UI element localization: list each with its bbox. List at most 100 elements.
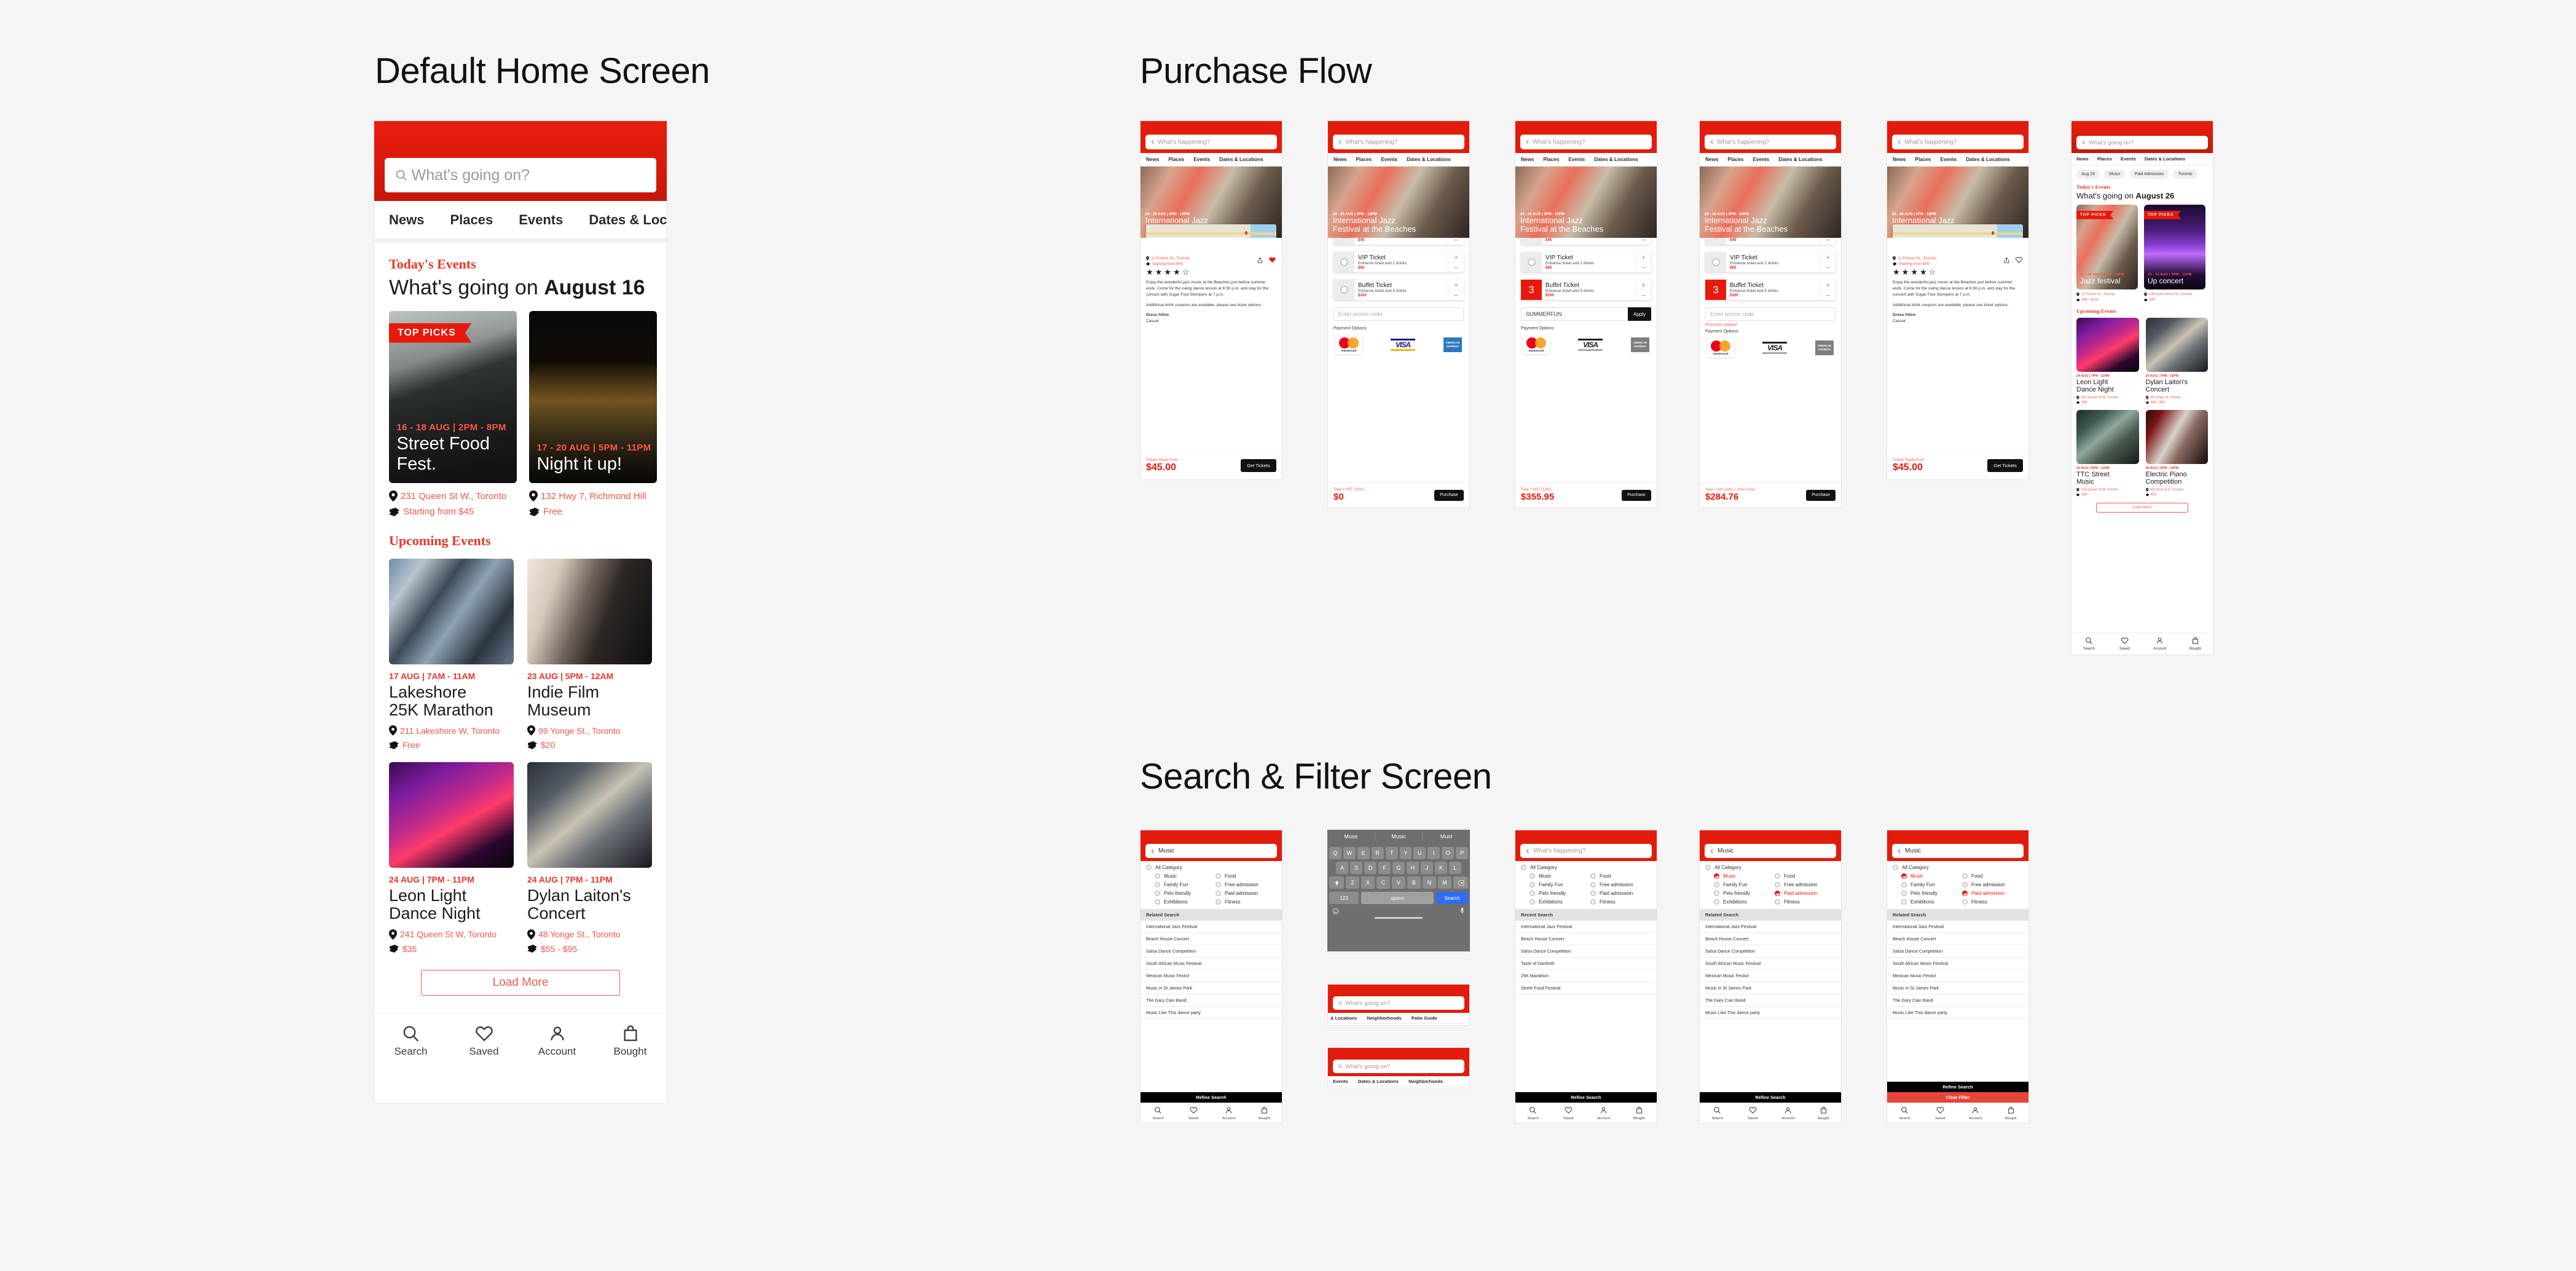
key-u[interactable]: U xyxy=(1413,847,1426,859)
search-input[interactable]: What's happening? xyxy=(1520,135,1652,149)
radio-food[interactable] xyxy=(1590,873,1596,879)
home-tabs[interactable]: News Places Events Dates & Locations xyxy=(374,201,667,239)
event-card[interactable]: 23 AUG | 5PM - 12AM Indie Film Museum 99… xyxy=(527,559,652,750)
purchase-button[interactable]: Purchase xyxy=(1434,489,1464,501)
tab-places[interactable]: Places xyxy=(1356,157,1372,162)
ticket-qty-indicator[interactable] xyxy=(1333,280,1354,300)
key-i[interactable]: I xyxy=(1427,847,1440,859)
category-filters[interactable]: All Category Music Food Family Fun Free … xyxy=(1515,861,1657,909)
list-item[interactable]: Salsa Dance Competition xyxy=(1700,945,1841,958)
radio-pets-friendly[interactable] xyxy=(1901,891,1907,896)
minus-icon[interactable]: − xyxy=(1636,290,1651,300)
suggestion-2[interactable]: Music xyxy=(1375,833,1423,840)
filter-options-grid[interactable]: Music Food Family Fun Free admission Pet… xyxy=(1705,870,1836,905)
radio-family-fun[interactable] xyxy=(1901,882,1907,887)
filter-exhibitions[interactable]: Exhibitions xyxy=(1530,899,1590,905)
purchase-button[interactable]: Purchase xyxy=(1622,489,1651,501)
ticket-qty-value[interactable]: 3 xyxy=(1705,280,1726,300)
chip-admission[interactable]: Paid Admission xyxy=(2129,170,2169,179)
get-tickets-button[interactable]: Get Tickets xyxy=(1241,459,1276,472)
list-item[interactable]: South African Music Festival xyxy=(1141,958,1282,970)
filter-family-fun[interactable]: Family Fun xyxy=(1714,882,1775,887)
chevron-left-icon[interactable] xyxy=(1525,140,1530,144)
search-input[interactable]: What's happening? xyxy=(1705,135,1836,149)
suggestion-3[interactable]: Must xyxy=(1423,833,1470,840)
tab-news[interactable]: News xyxy=(1893,157,1906,162)
tab-dates-locations[interactable]: Dates & Locations xyxy=(1778,157,1822,162)
ticket-stepper[interactable]: + − xyxy=(1820,280,1836,300)
tab-places[interactable]: Places xyxy=(1727,157,1743,162)
radio-free-admission[interactable] xyxy=(1215,882,1221,887)
tab-news[interactable]: News xyxy=(2076,156,2089,162)
list-item[interactable]: Beach House Concert xyxy=(1515,933,1657,945)
emoji-icon[interactable] xyxy=(1332,908,1339,915)
tab-events[interactable]: Events xyxy=(1193,157,1210,162)
tab-dates-locations[interactable]: Dates & Locations xyxy=(1219,157,1263,162)
filter-options-grid[interactable]: Music Food Family Fun Free admission Pet… xyxy=(1521,870,1651,905)
filter-music-selected[interactable]: Music xyxy=(1714,873,1775,879)
chip-location[interactable]: Toronto xyxy=(2173,170,2197,179)
suggestion-1[interactable]: Muse xyxy=(1327,833,1375,840)
visa-icon[interactable]: VISA xyxy=(1578,338,1603,351)
category-filters[interactable]: All Category Music Food Family Fun Free … xyxy=(1700,861,1841,909)
key-f[interactable]: F xyxy=(1378,862,1391,874)
list-item[interactable]: Taste of Danforth xyxy=(1515,958,1657,970)
search-input[interactable]: What's going on? xyxy=(384,158,657,192)
radio-all-category[interactable] xyxy=(1521,865,1526,870)
filter-music[interactable]: Music xyxy=(1155,873,1215,879)
keyboard-row-3[interactable]: Z X C V B N M xyxy=(1327,874,1470,889)
payment-methods[interactable]: mastercard VISA AMERICAN EXPRESS xyxy=(1328,331,1469,354)
event-card[interactable]: TOP PICKS 24 - 26 AUG | 5PM - 10PM Jazz … xyxy=(2076,205,2138,302)
event-card[interactable]: 24 AUG | 7PM - 11PM Dylan Laiton's Conce… xyxy=(527,762,652,954)
tab-places[interactable]: Places xyxy=(2097,156,2112,162)
filter-food[interactable]: Food xyxy=(1962,873,2023,879)
radio-all-category[interactable] xyxy=(1146,865,1152,870)
key-x[interactable]: X xyxy=(1361,876,1375,889)
chevron-left-icon[interactable] xyxy=(1150,849,1155,854)
plus-icon[interactable]: + xyxy=(1636,252,1651,262)
radio-exhibitions[interactable] xyxy=(1155,899,1160,905)
chevron-left-icon[interactable] xyxy=(1897,140,1902,144)
nav-bought[interactable]: Bought xyxy=(2178,633,2213,655)
category-filters[interactable]: All Category Music Food Family Fun Free … xyxy=(1887,861,2028,909)
keyboard-row-4[interactable]: 123 space Search xyxy=(1327,889,1470,904)
refine-search-button[interactable]: Refine Search xyxy=(1700,1092,1841,1103)
key-a[interactable]: A xyxy=(1336,862,1348,874)
ticket-stepper[interactable]: + − xyxy=(1635,280,1651,300)
event-card[interactable]: 17 - 20 AUG | 5PM - 11PM Night it up! 13… xyxy=(529,311,657,517)
upcoming-events-grid[interactable]: 24 AUG | 7PM - 11PM Leon Light Dance Nig… xyxy=(2071,314,2213,497)
scrolled-tabs[interactable]: & Locations Neighborhoods Patio Guide xyxy=(1328,1013,1469,1024)
detail-actions[interactable] xyxy=(2003,256,2023,264)
list-item[interactable]: International Jazz Festival xyxy=(1515,921,1657,933)
filter-all-category[interactable]: All Category xyxy=(1521,865,1651,870)
search-input[interactable]: Music xyxy=(1892,844,2024,858)
backspace-icon[interactable] xyxy=(1453,876,1468,889)
key-k[interactable]: K xyxy=(1435,862,1447,874)
list-item[interactable]: Music Like This dance party xyxy=(1141,1007,1282,1019)
plus-icon[interactable]: + xyxy=(1636,280,1651,290)
filter-family-fun[interactable]: Family Fun xyxy=(1155,882,1215,887)
tab-neighborhoods[interactable]: Neighborhoods xyxy=(1367,1015,1401,1021)
list-item[interactable]: Music Like This dance party xyxy=(1700,1007,1841,1019)
filter-all-category[interactable]: All Category xyxy=(1705,865,1836,870)
radio-fitness[interactable] xyxy=(1590,899,1596,905)
tab-patio-guide[interactable]: Patio Guide xyxy=(1412,1015,1437,1021)
key-m[interactable]: M xyxy=(1438,876,1451,889)
promo-input[interactable]: Enter promo code xyxy=(1333,307,1464,321)
filter-music-selected[interactable]: Music xyxy=(1901,873,1962,879)
list-item[interactable]: Beach House Concert xyxy=(1887,933,2028,945)
key-numbers[interactable]: 123 xyxy=(1329,892,1359,904)
list-item[interactable]: Salsa Dance Competition xyxy=(1887,945,2028,958)
plus-icon[interactable]: + xyxy=(1820,252,1836,262)
minus-icon[interactable]: − xyxy=(1820,290,1836,300)
filter-pets-friendly[interactable]: Pets friendly xyxy=(1155,891,1215,896)
filter-exhibitions[interactable]: Exhibitions xyxy=(1714,899,1775,905)
filter-free-admission[interactable]: Free admission xyxy=(1590,882,1651,887)
microphone-icon[interactable] xyxy=(1459,907,1465,915)
event-card[interactable]: 17 AUG | 7AM - 11AM Lakeshore 25K Marath… xyxy=(389,559,514,750)
related-search-list[interactable]: International Jazz Festival Beach House … xyxy=(1141,921,1282,1019)
ticket-option-row[interactable]: VIP Ticket Entrance ticket and 2 drinks … xyxy=(1705,252,1836,272)
scrolled-tabs[interactable]: Events Dates & Locations Neighborhoods xyxy=(1328,1076,1469,1087)
filter-options-grid[interactable]: Music Food Family Fun Free admission Pet… xyxy=(1146,870,1276,905)
ticket-radio[interactable] xyxy=(1340,258,1348,266)
